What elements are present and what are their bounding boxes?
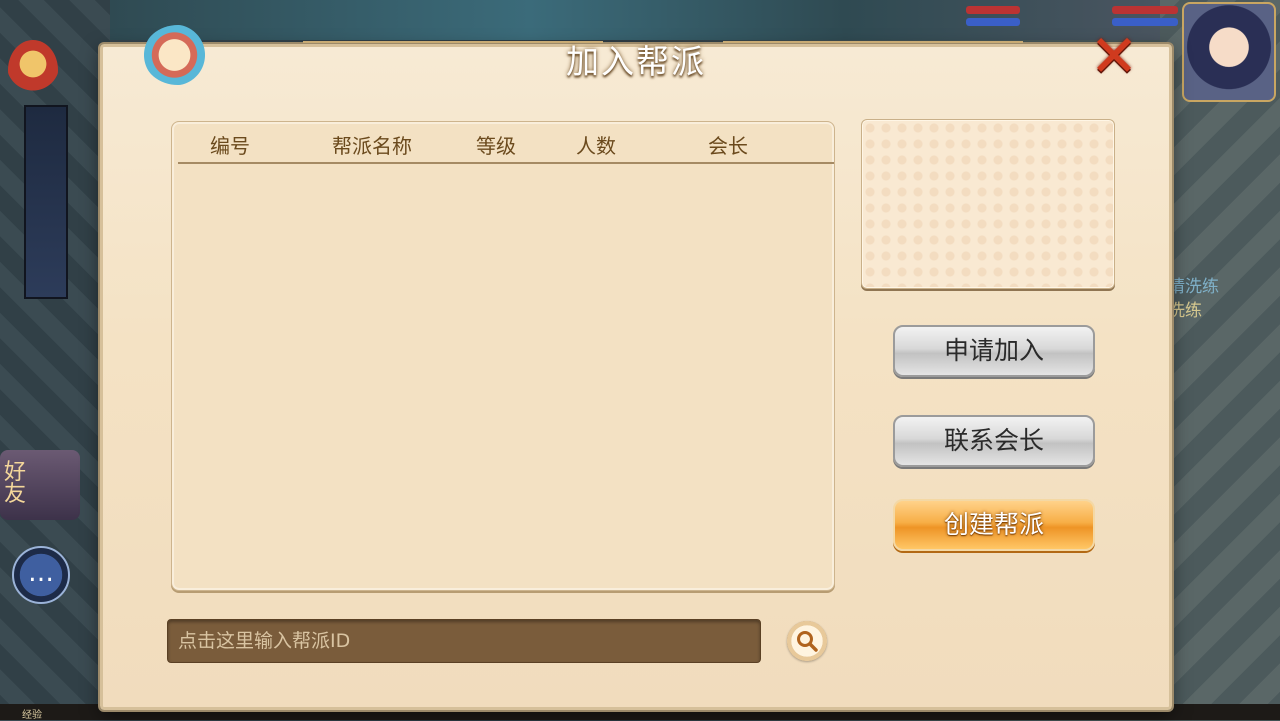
search-icon [797,631,818,652]
background-right [1160,0,1280,720]
close-icon[interactable]: ✕ [1087,27,1141,85]
column-header-name[interactable]: 帮派名称 [332,130,412,159]
mp-bar [966,18,1020,26]
column-header-id[interactable]: 编号 [210,130,250,159]
player-avatar[interactable] [1182,2,1276,102]
column-header-leader[interactable]: 会长 [708,130,748,159]
target-hp-bar [1112,6,1178,14]
search-button[interactable] [787,621,827,661]
dialog-title: 加入帮派 [566,42,706,81]
guild-list[interactable]: 编号 帮派名称 等级 人数 会长 [171,121,835,591]
fortune-god-icon[interactable] [8,40,58,100]
column-header-level[interactable]: 等级 [476,130,516,159]
create-guild-button[interactable]: 创建帮派 [893,499,1095,551]
hp-bar [966,6,1020,14]
contact-leader-button[interactable]: 联系会长 [893,415,1095,467]
join-guild-dialog: 加入帮派 ✕ 编号 帮派名称 等级 人数 会长 申请加入 联系会长 创建帮派 [100,25,1172,710]
column-header-members[interactable]: 人数 [576,130,616,159]
chat-bubble-icon[interactable]: … [12,546,70,604]
guild-list-header: 编号 帮派名称 等级 人数 会长 [178,122,834,164]
guild-preview-panel [861,119,1115,289]
guild-id-search-input[interactable] [167,619,761,663]
banner-decoration [24,105,68,299]
friends-label: 好友 [4,460,27,507]
apply-join-button[interactable]: 申请加入 [893,325,1095,377]
exp-label: 经验 [22,710,42,721]
side-quest-text-2: 洗练 [1168,301,1202,321]
side-quest-text-1: 请洗练 [1168,277,1219,297]
